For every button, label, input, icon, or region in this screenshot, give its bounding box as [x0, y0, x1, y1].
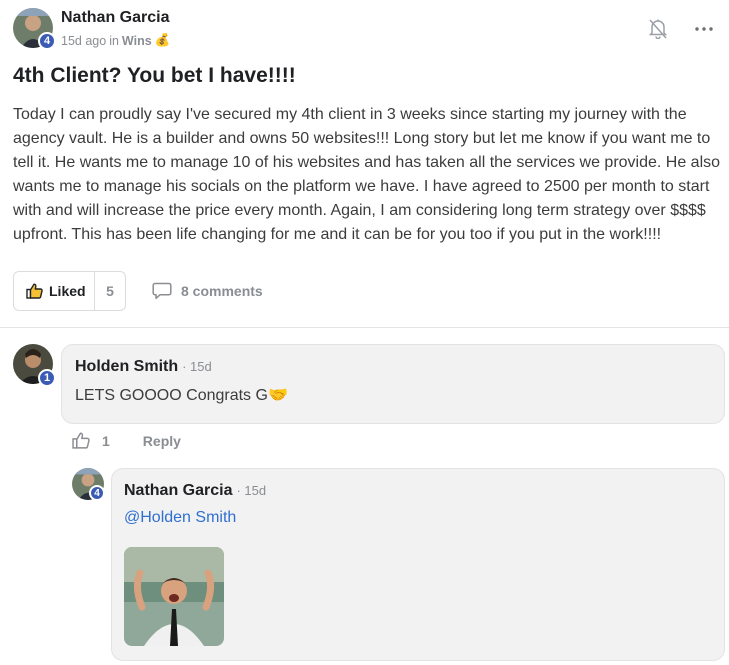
- post-in-text: in: [109, 33, 119, 48]
- reply-author-avatar[interactable]: 4: [72, 468, 105, 501]
- reply-author-name: Nathan Garcia: [124, 482, 233, 499]
- comments-link[interactable]: 8 comments: [152, 282, 263, 300]
- bell-off-icon[interactable]: [647, 18, 669, 40]
- level-badge: 4: [38, 32, 56, 50]
- post-title: 4th Client? You bet I have!!!!: [13, 64, 296, 87]
- like-count[interactable]: 5: [95, 283, 125, 299]
- comment-actions: 1 Reply: [72, 432, 181, 449]
- thumbs-up-icon[interactable]: [72, 432, 90, 449]
- more-icon[interactable]: [693, 18, 715, 40]
- comment-text: LETS GOOOO Congrats G🤝: [75, 385, 288, 405]
- post-time: 15d ago: [61, 33, 107, 48]
- comment-icon: [152, 282, 172, 300]
- comment-author-name: Holden Smith: [75, 358, 179, 375]
- comment-body: LETS GOOOO Congrats G: [75, 387, 268, 404]
- comment-time: · 15d: [182, 359, 212, 374]
- reply-time: · 15d: [236, 483, 267, 498]
- reply-author[interactable]: Nathan Garcia · 15d: [124, 482, 266, 500]
- reply-button[interactable]: Reply: [143, 433, 181, 449]
- level-badge: 4: [89, 485, 105, 501]
- comment-bubble: [61, 344, 725, 424]
- post-category[interactable]: Wins: [122, 34, 152, 48]
- mention-link[interactable]: @Holden Smith: [124, 509, 236, 527]
- thumbs-up-icon: [26, 283, 43, 299]
- post-body: Today I can proudly say I've secured my …: [13, 106, 721, 243]
- handshake-emoji: 🤝: [267, 387, 288, 404]
- post-author-avatar[interactable]: 4: [13, 8, 56, 50]
- category-emoji: 💰: [154, 33, 171, 47]
- like-button[interactable]: Liked: [14, 272, 95, 310]
- like-control: Liked 5: [13, 271, 126, 311]
- post-author-name[interactable]: Nathan Garcia: [61, 9, 169, 27]
- post-meta: 15d ago in Wins 💰: [61, 33, 170, 48]
- comment-author[interactable]: Holden Smith · 15d: [75, 358, 212, 376]
- reply-gif-image[interactable]: [124, 547, 224, 646]
- comment-author-avatar[interactable]: 1: [13, 344, 56, 387]
- comment-like-count[interactable]: 1: [102, 433, 110, 449]
- divider: [0, 327, 729, 328]
- comments-count-label: 8 comments: [181, 283, 263, 299]
- level-badge: 1: [38, 369, 56, 387]
- like-button-label: Liked: [49, 283, 86, 299]
